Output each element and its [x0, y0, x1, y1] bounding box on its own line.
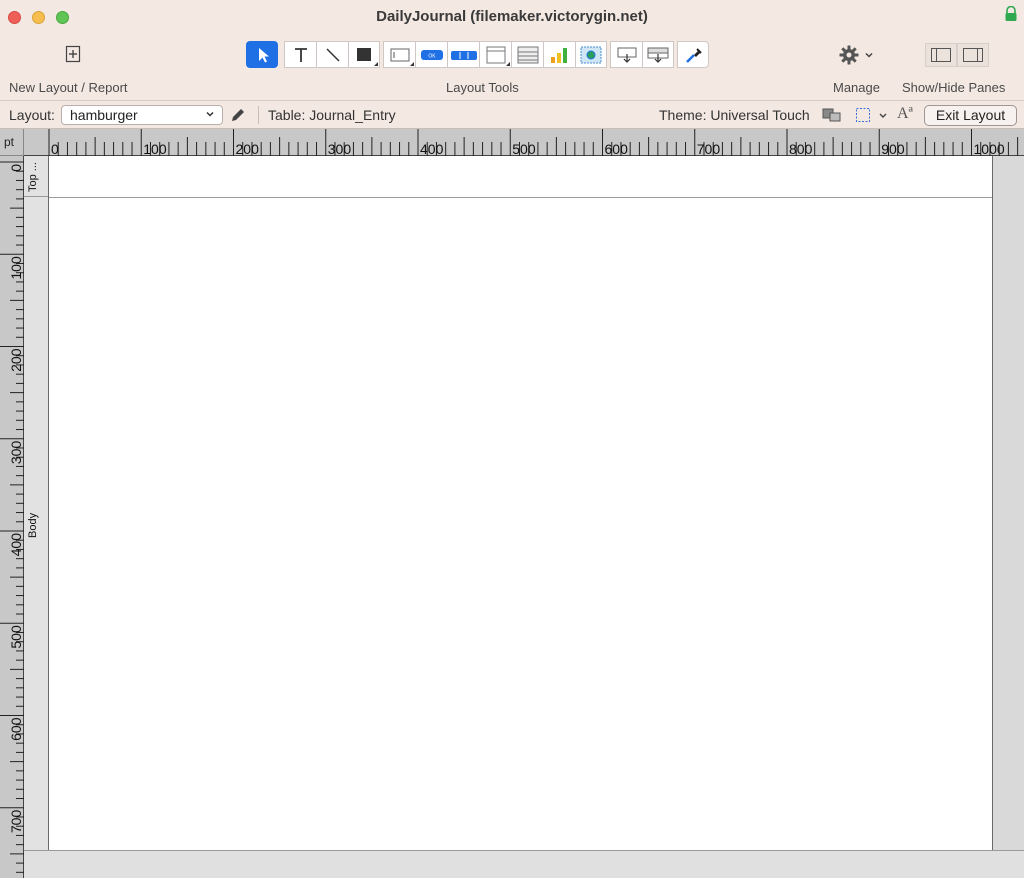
object-grid-icon[interactable] [855, 107, 871, 123]
layout-canvas[interactable] [49, 156, 992, 850]
window-title: DailyJournal (filemaker.victorygin.net) [376, 8, 648, 25]
part-label-top[interactable]: Top ... [27, 162, 39, 192]
part-top-navigation[interactable]: Top ... [24, 156, 48, 197]
vertical-ruler: 0 100 200 300 400 500 600 700 [0, 156, 24, 878]
ruler-label: 600 [605, 141, 629, 156]
web-viewer-tool-icon[interactable] [575, 41, 607, 68]
ruler-label: 700 [8, 810, 24, 834]
insert-field-icon[interactable] [610, 41, 642, 68]
ruler-label: 0 [51, 141, 59, 156]
layout-tools-label: Layout Tools [446, 80, 519, 95]
ruler-label: 100 [8, 256, 24, 280]
part-label-body[interactable]: Body [27, 513, 39, 538]
ruler-label: 0 [8, 164, 24, 172]
toolbar-divider [258, 106, 259, 124]
panes-label[interactable]: Show/Hide Panes [902, 80, 1005, 95]
text-format-icon[interactable]: Aª [897, 105, 913, 123]
new-layout-icon[interactable] [60, 41, 86, 67]
rectangle-tool-icon[interactable] [348, 41, 380, 68]
manage-button[interactable] [838, 43, 884, 67]
ruler-label: 500 [512, 141, 536, 156]
layout-select-value: hamburger [70, 107, 138, 123]
svg-text:OK: OK [428, 53, 436, 59]
field-tool-icon[interactable] [383, 41, 415, 68]
line-tool-icon[interactable] [316, 41, 348, 68]
ruler-label: 200 [236, 141, 260, 156]
part-boundary-line[interactable] [49, 197, 992, 198]
ruler-label: 100 [143, 141, 167, 156]
ruler-label: 500 [8, 625, 24, 649]
layout-tools: OK [246, 41, 709, 69]
button-tool-icon[interactable]: OK [415, 41, 447, 68]
ruler-label: 1000 [974, 141, 1005, 156]
part-label-strip: Top ... Body [24, 156, 49, 850]
layout-right-margin [992, 156, 1024, 850]
ruler-label: 300 [8, 441, 24, 465]
window-toolbar: DailyJournal (filemaker.victorygin.net) … [0, 0, 1024, 100]
right-pane-toggle[interactable] [957, 43, 989, 67]
lock-icon [1005, 6, 1017, 21]
gear-icon [839, 45, 859, 65]
select-arrow-icon[interactable] [246, 41, 278, 68]
layout-label: Layout: [9, 107, 55, 123]
horizontal-ruler: 0 100 200 300 400 500 600 700 800 900 1000 [24, 129, 1024, 156]
ruler-label: 200 [8, 348, 24, 372]
insert-part-icon[interactable] [642, 41, 674, 68]
popover-tool-icon[interactable] [479, 41, 511, 68]
table-label: Table: Journal_Entry [268, 107, 396, 123]
right-pane-icon [963, 48, 983, 62]
show-hide-panes [925, 43, 989, 67]
pencil-icon[interactable] [229, 106, 247, 124]
ruler-label: 300 [328, 141, 352, 156]
new-layout-label[interactable]: New Layout / Report [9, 80, 128, 95]
ruler-label: 400 [8, 533, 24, 557]
chevron-down-icon [206, 111, 214, 117]
manage-label[interactable]: Manage [833, 80, 880, 95]
portal-tool-icon[interactable] [511, 41, 543, 68]
exit-layout-button[interactable]: Exit Layout [924, 105, 1017, 126]
chevron-down-icon [865, 52, 873, 58]
text-tool-icon[interactable] [284, 41, 316, 68]
ruler-unit[interactable]: pt [0, 129, 24, 156]
theme-icon[interactable] [821, 106, 843, 124]
part-body[interactable]: Body [24, 198, 48, 850]
layout-bottom-margin [24, 850, 1024, 878]
ruler-label: 400 [420, 141, 444, 156]
chevron-down-icon[interactable] [878, 111, 888, 121]
left-pane-icon [931, 48, 951, 62]
ruler-label: 600 [8, 717, 24, 741]
format-painter-icon[interactable] [677, 41, 709, 68]
ruler-label: 900 [881, 141, 905, 156]
chart-tool-icon[interactable] [543, 41, 575, 68]
left-pane-toggle[interactable] [925, 43, 957, 67]
ruler-label: 700 [697, 141, 721, 156]
layout-select[interactable]: hamburger [61, 105, 223, 125]
ruler-label: 800 [789, 141, 813, 156]
layout-bar: Layout: hamburger Table: Journal_Entry T… [0, 100, 1024, 129]
theme-label: Theme: Universal Touch [659, 107, 810, 123]
button-bar-tool-icon[interactable] [447, 41, 479, 68]
